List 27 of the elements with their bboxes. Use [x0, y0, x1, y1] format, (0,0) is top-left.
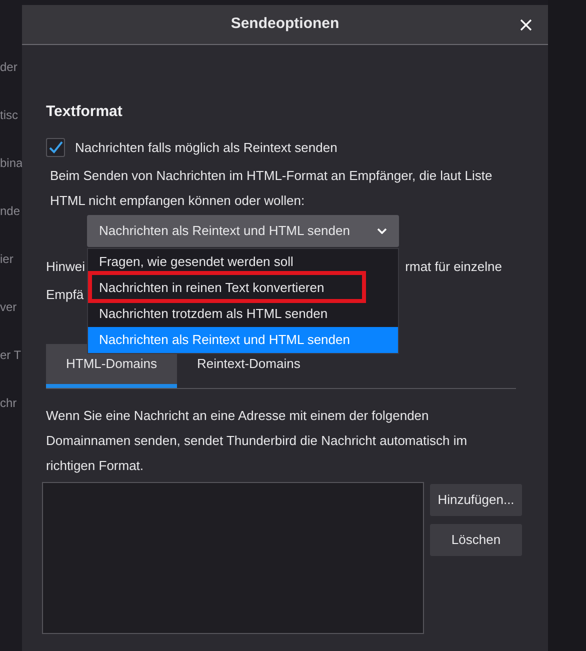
background-text: der [0, 59, 18, 76]
hint-text: Empfä [46, 286, 84, 304]
dropdown-option[interactable]: Fragen, wie gesendet werden soll [88, 249, 398, 275]
action-button[interactable]: Löschen [430, 524, 522, 556]
checkbox[interactable] [46, 138, 65, 157]
background-text: nde [0, 203, 20, 220]
checkmark-icon [48, 140, 62, 154]
action-button[interactable]: Hinzufügen... [430, 484, 522, 516]
background-text: ver [0, 299, 17, 316]
background-text: bina [0, 155, 23, 172]
hint-text: Hinwei [46, 258, 86, 276]
description-text: Beim Senden von Nachrichten im HTML-Format an Empfänger, die laut Liste HTML nicht empfangen können oder wollen: [50, 167, 494, 210]
checkbox-label: Nachrichten falls möglich als Reintext senden [75, 138, 338, 157]
format-select[interactable]: Nachrichten als Reintext und HTML senden [87, 215, 399, 247]
close-icon [520, 19, 532, 31]
background-text: tisc [0, 107, 18, 124]
section-title: Textformat [46, 102, 124, 122]
domains-description: Wenn Sie eine Nachricht an eine Adresse mit einem der folgenden Domainnamen senden, sendet Thunderbird die Nachricht automatisch im richtigen Format. [46, 407, 468, 475]
window-title: Sendeoptionen [230, 14, 340, 34]
dropdown-option[interactable]: Nachrichten in reinen Text konvertieren [88, 275, 398, 301]
background-text: chr [0, 395, 17, 412]
dropdown-option[interactable]: Nachrichten als Reintext und HTML senden [88, 327, 398, 353]
chevron-icon [377, 228, 387, 234]
background-text: ier [0, 251, 14, 268]
dropdown-option[interactable]: Nachrichten trotzdem als HTML senden [88, 301, 398, 327]
background-text: er T [0, 347, 22, 364]
hint-text: rmat für einzelne [405, 258, 502, 276]
